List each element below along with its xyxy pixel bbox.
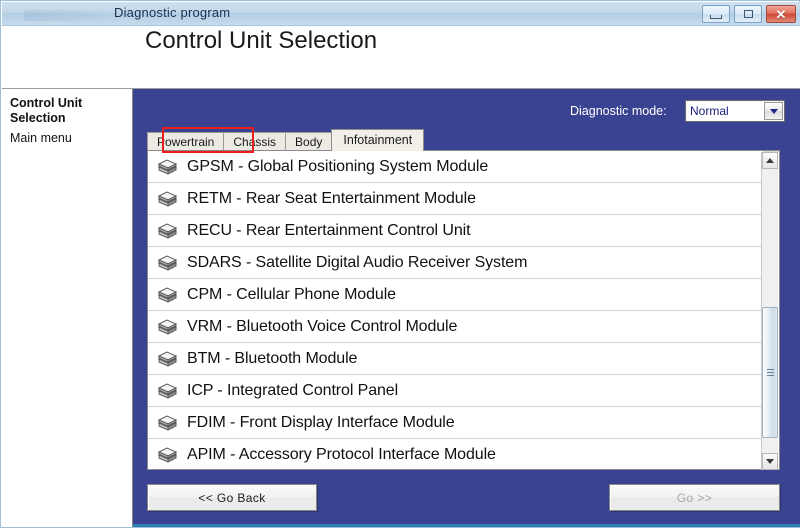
list-item-label: BTM - Bluetooth Module [187,349,358,367]
module-stack-icon [156,158,178,176]
maximize-icon [743,10,753,18]
minimize-icon [710,14,722,19]
list-item-label: FDIM - Front Display Interface Module [187,413,455,431]
list-item[interactable]: RETM - Rear Seat Entertainment Module [148,183,763,215]
close-icon: ✕ [775,6,787,22]
control-unit-list-panel: GPSM - Global Positioning System Module R… [147,150,780,470]
module-stack-icon [156,318,178,336]
control-unit-list[interactable]: GPSM - Global Positioning System Module R… [148,151,763,469]
scrollbar-thumb[interactable] [762,307,778,438]
bottom-accent-rule [133,524,800,527]
scrollbar-grip-icon [767,368,774,377]
window-title: Diagnostic program [114,5,231,20]
diagnostic-mode-label: Diagnostic mode: [570,104,667,118]
list-item-label: RECU - Rear Entertainment Control Unit [187,221,471,239]
list-item-label: GPSM - Global Positioning System Module [187,157,489,175]
close-button[interactable]: ✕ [766,5,796,23]
scroll-up-icon[interactable] [762,152,778,169]
sidebar: Control Unit Selection Main menu [2,89,133,527]
diagnostic-mode-value: Normal [690,104,729,118]
list-item[interactable]: ICP - Integrated Control Panel [148,375,763,407]
list-item[interactable]: GPSM - Global Positioning System Module [148,151,763,183]
tab-body[interactable]: Body [285,132,333,151]
module-stack-icon [156,222,178,240]
diagnostic-mode-select[interactable]: Normal [685,100,785,122]
go-button[interactable]: Go >> [609,484,780,511]
list-item[interactable]: RECU - Rear Entertainment Control Unit [148,215,763,247]
title-bar: Diagnostic program ✕ [2,2,800,26]
list-item[interactable]: BTM - Bluetooth Module [148,343,763,375]
sidebar-title: Control Unit Selection [10,96,83,125]
module-stack-icon [156,414,178,432]
module-stack-icon [156,350,178,368]
list-item-label: APIM - Accessory Protocol Interface Modu… [187,445,496,463]
list-item-label: CPM - Cellular Phone Module [187,285,396,303]
go-back-button[interactable]: << Go Back [147,484,317,511]
sidebar-item-main-menu[interactable]: Main menu [10,131,72,145]
list-scrollbar[interactable] [761,152,778,470]
module-stack-icon [156,254,178,272]
module-stack-icon [156,190,178,208]
list-item[interactable]: APIM - Accessory Protocol Interface Modu… [148,439,763,469]
window-controls: ✕ [702,5,796,23]
module-stack-icon [156,382,178,400]
content-area: Diagnostic mode: Normal Powertrain Chass… [133,89,800,527]
list-item-label: RETM - Rear Seat Entertainment Module [187,189,476,207]
tab-chassis[interactable]: Chassis [223,132,287,151]
application-window: Diagnostic program ✕ Control Unit Select… [0,0,800,528]
header-band [2,26,800,89]
list-item-label: SDARS - Satellite Digital Audio Receiver… [187,253,528,271]
module-stack-icon [156,446,178,464]
list-item-label: VRM - Bluetooth Voice Control Module [187,317,458,335]
scroll-down-icon[interactable] [762,453,778,470]
module-stack-icon [156,286,178,304]
tab-infotainment[interactable]: Infotainment [331,129,425,151]
list-item[interactable]: SDARS - Satellite Digital Audio Receiver… [148,247,763,279]
list-item[interactable]: CPM - Cellular Phone Module [148,279,763,311]
list-item[interactable]: FDIM - Front Display Interface Module [148,407,763,439]
minimize-button[interactable] [702,5,730,23]
page-title: Control Unit Selection [145,27,378,54]
chevron-down-icon[interactable] [764,102,783,120]
maximize-button[interactable] [734,5,762,23]
tab-powertrain[interactable]: Powertrain [147,132,225,151]
tab-strip: Powertrain Chassis Body Infotainment [147,129,425,151]
list-item-label: ICP - Integrated Control Panel [187,381,399,399]
list-item[interactable]: VRM - Bluetooth Voice Control Module [148,311,763,343]
